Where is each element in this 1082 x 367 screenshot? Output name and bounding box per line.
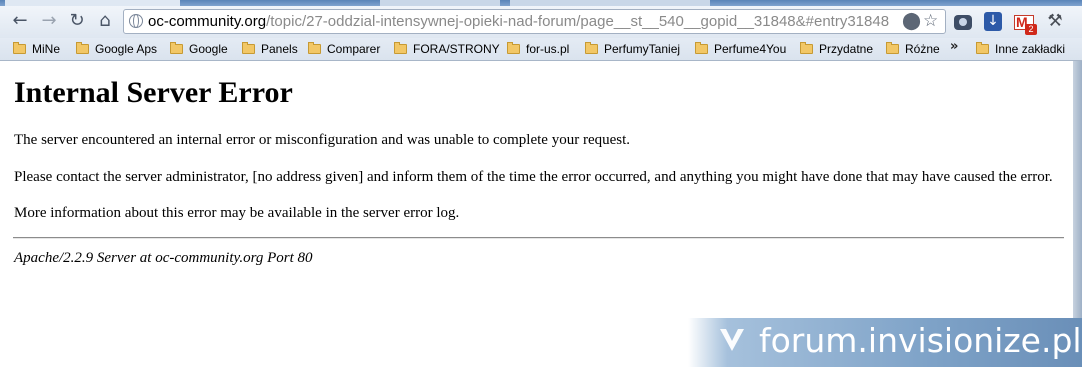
divider <box>13 237 1064 239</box>
bookmark-folder[interactable]: Panels <box>242 38 298 60</box>
bookmark-label: Przydatne <box>819 42 874 56</box>
folder-icon <box>13 42 26 54</box>
bookmark-label: Perfume4You <box>714 42 787 56</box>
bookmark-label: PerfumyTaniej <box>604 42 681 56</box>
folder-icon <box>394 42 407 54</box>
folder-icon <box>76 42 89 54</box>
url-text[interactable]: oc-community.org/topic/27-oddzial-intens… <box>148 10 889 33</box>
gmail-unread-badge: 2 <box>1025 24 1037 35</box>
bookmark-label: FORA/STRONY <box>413 42 500 56</box>
watermark-logo-icon <box>720 329 744 351</box>
folder-icon <box>308 42 321 54</box>
bookmark-folder[interactable]: Google Aps <box>76 38 157 60</box>
folder-icon <box>695 42 708 54</box>
bookmark-star-icon[interactable]: ☆ <box>923 11 938 32</box>
page-title: Internal Server Error <box>14 76 293 109</box>
bookmark-folder[interactable]: Comparer <box>308 38 380 60</box>
watermark: forum.invisionize.pl <box>688 318 1082 367</box>
bookmark-folder[interactable]: Różne <box>886 38 940 60</box>
back-icon[interactable]: ← <box>9 9 31 33</box>
gmail-icon[interactable]: M 2 <box>1014 14 1037 35</box>
globe-icon <box>129 14 143 28</box>
bookmark-label: MiNe <box>32 42 61 56</box>
contact-paragraph: Please contact the server administrator,… <box>14 169 1053 185</box>
bookmark-folder[interactable]: MiNe <box>13 38 60 60</box>
folder-icon <box>976 42 989 54</box>
lightbulb-icon[interactable]: ⬤ <box>902 11 921 32</box>
bookmarks-bar: MiNe Google Aps Google Panels Comparer F… <box>0 38 1082 61</box>
bookmark-label: Panels <box>261 42 298 56</box>
download-icon[interactable]: ↓ <box>984 12 1002 31</box>
bookmark-label: for-us.pl <box>526 42 570 56</box>
bookmark-label: Comparer <box>327 42 381 56</box>
folder-icon <box>170 42 183 54</box>
camera-icon[interactable] <box>954 15 972 30</box>
folder-icon <box>507 42 520 54</box>
forward-icon[interactable]: → <box>38 9 60 33</box>
bookmark-folder[interactable]: Google <box>170 38 228 60</box>
bookmark-folder[interactable]: PerfumyTaniej <box>585 38 680 60</box>
reload-icon[interactable]: ↻ <box>66 9 88 33</box>
folder-icon <box>585 42 598 54</box>
other-bookmarks-folder[interactable]: Inne zakładki <box>976 38 1065 60</box>
bookmarks-overflow-button[interactable]: » <box>950 38 958 60</box>
bookmark-folder[interactable]: FORA/STRONY <box>394 38 500 60</box>
home-icon[interactable]: ⌂ <box>94 9 116 33</box>
bookmark-label: Google <box>189 42 228 56</box>
browser-toolbar: ← → ↻ ⌂ oc-community.org/topic/27-oddzia… <box>0 6 1082 38</box>
folder-icon <box>886 42 899 54</box>
watermark-text: forum.invisionize.pl <box>759 321 1082 360</box>
folder-icon <box>242 42 255 54</box>
wrench-icon[interactable]: ⚒ <box>1044 10 1066 32</box>
error-paragraph: The server encountered an internal error… <box>14 132 631 148</box>
bookmark-label: Różne <box>905 42 940 56</box>
url-host: oc-community.org <box>148 13 267 30</box>
bookmark-folder[interactable]: Przydatne <box>800 38 873 60</box>
url-path: /topic/27-oddzial-intensywnej-opieki-nad… <box>266 13 890 30</box>
log-paragraph: More information about this error may be… <box>14 205 460 221</box>
bookmark-label: Google Aps <box>95 42 158 56</box>
bookmark-folder[interactable]: Perfume4You <box>695 38 786 60</box>
other-bookmarks-label: Inne zakładki <box>995 42 1066 56</box>
address-bar[interactable]: oc-community.org/topic/27-oddzial-intens… <box>123 9 946 34</box>
server-signature: Apache/2.2.9 Server at oc-community.org … <box>14 250 313 266</box>
folder-icon <box>800 42 813 54</box>
bookmark-folder[interactable]: for-us.pl <box>507 38 569 60</box>
